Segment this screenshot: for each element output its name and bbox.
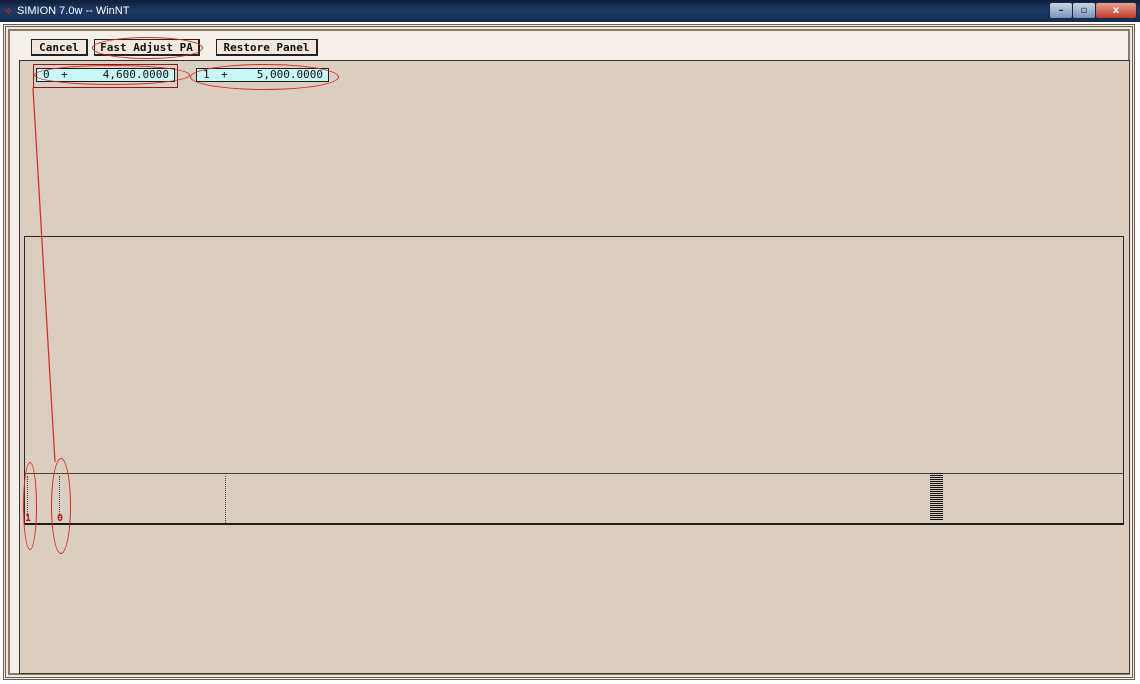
- annotation-leader-line: [32, 87, 56, 463]
